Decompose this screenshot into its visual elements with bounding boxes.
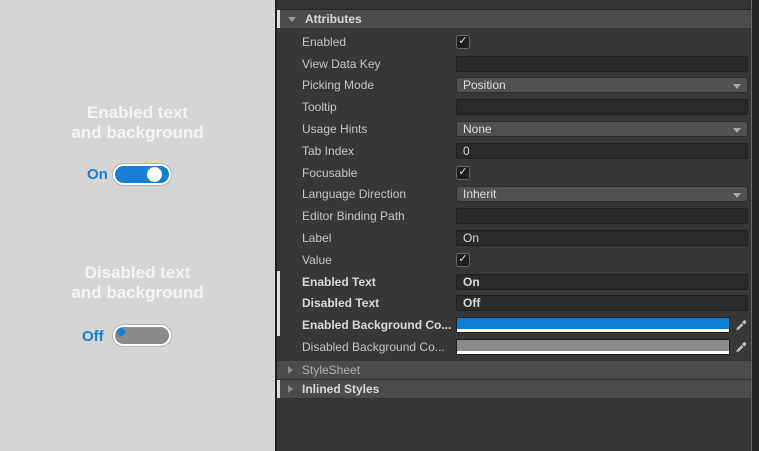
field-label: Disabled Text	[302, 296, 380, 311]
attribute-row-disabled-text: Disabled Text Off	[277, 292, 759, 315]
foldout-expanded-icon	[288, 16, 296, 22]
field-label: Picking Mode	[302, 78, 375, 93]
toggle-knob	[147, 167, 162, 182]
enabled-caption-line1: Enabled text	[86, 103, 189, 122]
field-label: Usage Hints	[302, 122, 368, 137]
eyedropper-icon[interactable]	[734, 317, 748, 333]
attribute-row-value: Value ✓	[277, 249, 759, 271]
chevron-down-icon	[733, 84, 741, 90]
scrollbar-gutter	[751, 0, 759, 451]
field-label: Label	[302, 231, 332, 246]
attribute-row-usage-hints: Usage Hints None	[277, 118, 759, 140]
inspector-top-strip	[277, 0, 759, 10]
field-label: Focusable	[302, 165, 358, 180]
field-area: Off	[456, 295, 748, 312]
section-header-inlined-styles[interactable]: Inlined Styles	[277, 379, 751, 399]
field-area	[456, 99, 748, 116]
dropdown[interactable]: None	[456, 121, 748, 138]
disabled-caption-line1: Disabled text	[84, 263, 191, 282]
disabled-caption: Disabled text and background	[0, 263, 275, 303]
screenshot-root: Enabled text and background On Disabled …	[0, 0, 759, 451]
field-area	[456, 317, 748, 334]
toggle-on-label: On	[87, 166, 108, 183]
section-header-stylesheet[interactable]: StyleSheet	[277, 360, 751, 380]
attribute-row-view-data-key: View Data Key	[277, 53, 759, 75]
field-label: Enabled	[302, 34, 347, 49]
field-area: ✓	[456, 34, 748, 49]
chevron-down-icon	[733, 193, 741, 199]
field-label: Tab Index	[302, 143, 355, 158]
attribute-row-focusable: Focusable ✓	[277, 162, 759, 184]
dropdown-value: Position	[463, 78, 506, 93]
field-area: On	[456, 230, 748, 247]
field-area: 0	[456, 142, 748, 159]
attribute-row-tab-index: Tab Index 0	[277, 140, 759, 162]
enabled-caption: Enabled text and background	[0, 103, 275, 143]
section-label: Inlined Styles	[302, 381, 380, 396]
field-area: None	[456, 121, 748, 138]
field-label: View Data Key	[302, 56, 381, 71]
dropdown-value: Inherit	[463, 187, 497, 202]
field-area: ✓	[456, 252, 748, 267]
section-header-attributes[interactable]: Attributes	[277, 10, 751, 29]
text-field[interactable]: On	[456, 273, 748, 290]
attribute-row-enabled-text: Enabled Text On	[277, 270, 759, 293]
eyedropper-icon[interactable]	[734, 339, 748, 355]
color-swatch[interactable]	[456, 339, 730, 356]
checkbox[interactable]: ✓	[456, 34, 470, 49]
field-area: Position	[456, 77, 748, 94]
checkbox[interactable]: ✓	[456, 165, 470, 180]
foldout-collapsed-icon	[288, 384, 293, 393]
attribute-row-enabled-background-co: Enabled Background Co...	[277, 314, 759, 336]
field-label: Enabled Text	[302, 274, 376, 289]
field-area: Inherit	[456, 186, 748, 203]
toggle-knob	[117, 328, 125, 336]
field-area	[456, 339, 748, 356]
field-label: Enabled Background Co...	[302, 318, 452, 333]
field-label: Editor Binding Path	[302, 209, 405, 224]
toggle-off-label: Off	[82, 328, 104, 345]
alpha-strip	[457, 329, 729, 333]
color-swatch[interactable]	[456, 317, 730, 334]
alpha-strip	[457, 351, 729, 355]
attributes-rows: Enabled ✓ View Data Key Picking Mode Positio…	[277, 29, 759, 361]
chevron-down-icon	[733, 128, 741, 134]
field-area: On	[456, 273, 748, 290]
text-field[interactable]	[456, 208, 748, 225]
attribute-row-enabled: Enabled ✓	[277, 31, 759, 53]
field-area	[456, 55, 748, 72]
dropdown[interactable]: Inherit	[456, 186, 748, 203]
attribute-row-disabled-background-co: Disabled Background Co...	[277, 336, 759, 358]
field-label: Language Direction	[302, 187, 407, 202]
attribute-row-picking-mode: Picking Mode Position	[277, 75, 759, 97]
field-label: Disabled Background Co...	[302, 340, 445, 355]
color-area	[457, 340, 729, 352]
toggle-switch-off[interactable]	[113, 325, 171, 346]
disabled-caption-line2: and background	[71, 283, 204, 302]
attribute-row-language-direction: Language Direction Inherit	[277, 184, 759, 206]
text-field[interactable]	[456, 55, 748, 72]
text-field[interactable]	[456, 99, 748, 116]
attribute-row-label: Label On	[277, 227, 759, 249]
field-area: ✓	[456, 165, 748, 180]
dropdown-value: None	[463, 122, 492, 137]
preview-panel: Enabled text and background On Disabled …	[0, 0, 275, 451]
field-label: Value	[302, 252, 332, 267]
checkbox[interactable]: ✓	[456, 252, 470, 267]
toggle-switch-on[interactable]	[113, 164, 171, 185]
inspector-panel: Attributes Enabled ✓ View Data Key Picking …	[277, 0, 759, 451]
enabled-caption-line2: and background	[71, 123, 204, 142]
attribute-row-editor-binding-path: Editor Binding Path	[277, 205, 759, 227]
foldout-collapsed-icon	[288, 365, 293, 374]
color-area	[457, 318, 729, 330]
section-label: StyleSheet	[302, 362, 361, 377]
text-field[interactable]: 0	[456, 142, 748, 159]
dropdown[interactable]: Position	[456, 77, 748, 94]
field-area	[456, 208, 748, 225]
field-label: Tooltip	[302, 100, 337, 115]
attribute-row-tooltip: Tooltip	[277, 96, 759, 118]
text-field[interactable]: Off	[456, 295, 748, 312]
text-field[interactable]: On	[456, 230, 748, 247]
section-label: Attributes	[305, 12, 362, 26]
